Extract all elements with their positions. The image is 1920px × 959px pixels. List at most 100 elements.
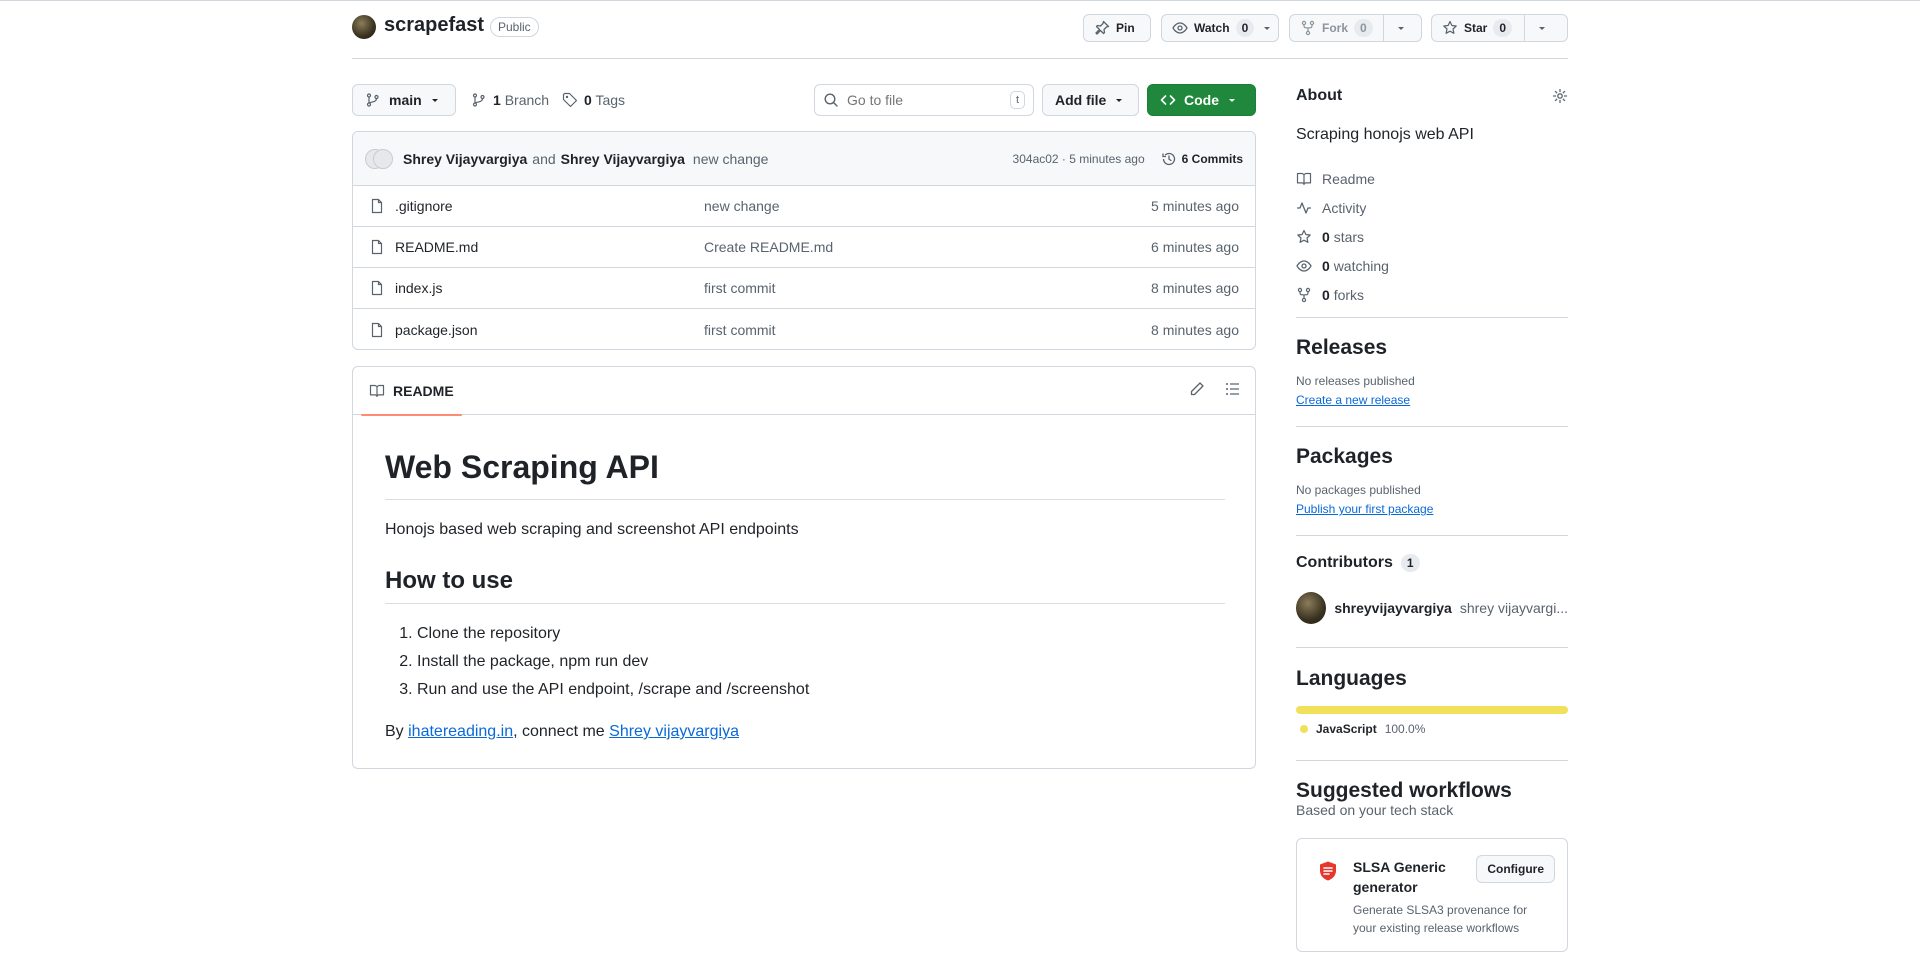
commits-count-label: 6 Commits bbox=[1181, 151, 1243, 166]
sidebar-divider bbox=[1296, 760, 1568, 761]
commit-hash-time[interactable]: 304ac02 · 5 minutes ago bbox=[1013, 152, 1145, 166]
fork-dropdown[interactable] bbox=[1384, 15, 1418, 41]
latest-commit-bar: Shrey Vijayvargiya and Shrey Vijayvargiy… bbox=[353, 132, 1255, 186]
readme-tab[interactable]: README bbox=[361, 367, 462, 416]
star-dropdown[interactable] bbox=[1525, 15, 1559, 41]
contributors-title[interactable]: Contributors bbox=[1296, 554, 1393, 572]
file-commit-message[interactable]: Create README.md bbox=[704, 239, 1151, 255]
file-name-link[interactable]: index.js bbox=[395, 280, 442, 296]
ihatereading-link[interactable]: ihatereading.in bbox=[408, 723, 513, 740]
commit-author-link[interactable]: Shrey Vijayvargiya bbox=[403, 151, 527, 167]
language-percent: 100.0% bbox=[1384, 722, 1426, 736]
forks-label: forks bbox=[1333, 286, 1365, 303]
workflow-card: SLSA Generic generator Configure Generat… bbox=[1296, 838, 1568, 952]
language-bar bbox=[1296, 706, 1568, 714]
fork-button[interactable]: Fork 0 bbox=[1289, 14, 1422, 42]
watch-button[interactable]: Watch 0 bbox=[1161, 14, 1279, 42]
file-name-link[interactable]: .gitignore bbox=[395, 198, 453, 214]
visibility-badge: Public bbox=[490, 17, 539, 37]
pin-button[interactable]: Pin bbox=[1083, 14, 1151, 42]
watching-count: 0 bbox=[1322, 257, 1330, 274]
commit-and-text: and bbox=[532, 150, 556, 167]
caret-down-icon bbox=[1114, 95, 1124, 105]
forks-link[interactable]: 0 forks bbox=[1296, 280, 1568, 309]
language-item[interactable]: JavaScript 100.0% bbox=[1296, 722, 1568, 736]
branch-icon bbox=[471, 92, 487, 108]
eye-icon bbox=[1296, 258, 1312, 274]
avatar[interactable] bbox=[1296, 592, 1327, 624]
branches-label: Branch bbox=[504, 92, 550, 108]
file-name-cell: .gitignore bbox=[369, 198, 704, 214]
contributor-item[interactable]: shreyvijayvargiya shrey vijayvargi... bbox=[1296, 592, 1568, 624]
stars-count: 0 bbox=[1322, 228, 1330, 245]
file-commit-message[interactable]: new change bbox=[704, 198, 1151, 214]
language-name: JavaScript bbox=[1316, 722, 1377, 736]
branch-selector[interactable]: main bbox=[352, 84, 456, 116]
table-row[interactable]: README.md Create README.md 6 minutes ago bbox=[353, 227, 1255, 268]
file-commit-message[interactable]: first commit bbox=[704, 280, 1151, 296]
connect-text: , connect me bbox=[513, 723, 605, 740]
contributor-login[interactable]: shreyvijayvargiya bbox=[1334, 600, 1452, 616]
contributors-header: Contributors 1 bbox=[1296, 554, 1568, 572]
file-name-link[interactable]: package.json bbox=[395, 322, 478, 338]
activity-link[interactable]: Activity bbox=[1296, 193, 1568, 222]
code-icon bbox=[1160, 92, 1176, 108]
fork-icon bbox=[1300, 20, 1316, 36]
commit-message-link[interactable]: new change bbox=[693, 151, 769, 167]
shortcut-hint: t bbox=[1009, 91, 1025, 109]
code-button[interactable]: Code bbox=[1147, 84, 1256, 116]
readme-steps: Clone the repository Install the package… bbox=[385, 620, 1225, 704]
eye-icon bbox=[1172, 20, 1188, 36]
repo-name[interactable]: scrapefast bbox=[384, 14, 484, 37]
tags-link[interactable]: 0 Tags bbox=[562, 92, 625, 108]
packages-title[interactable]: Packages bbox=[1296, 445, 1568, 469]
about-links: Readme Activity 0 stars 0 watching 0 for… bbox=[1296, 164, 1568, 309]
create-release-link[interactable]: Create a new release bbox=[1296, 393, 1410, 407]
watching-link[interactable]: 0 watching bbox=[1296, 251, 1568, 280]
readme-link[interactable]: Readme bbox=[1296, 164, 1568, 193]
releases-empty: No releases published bbox=[1296, 374, 1415, 388]
list-item: Install the package, npm run dev bbox=[417, 648, 1225, 676]
releases-title[interactable]: Releases bbox=[1296, 336, 1568, 360]
edit-pencil-icon[interactable] bbox=[1189, 381, 1205, 397]
pin-label: Pin bbox=[1116, 21, 1135, 35]
publish-package-link[interactable]: Publish your first package bbox=[1296, 502, 1433, 516]
repo-description: Scraping honojs web API bbox=[1296, 126, 1474, 143]
star-icon bbox=[1442, 20, 1458, 36]
file-name-link[interactable]: README.md bbox=[395, 239, 478, 255]
author-link[interactable]: Shrey vijayvargiya bbox=[609, 723, 739, 740]
workflows-subtitle: Based on your tech stack bbox=[1296, 802, 1454, 818]
go-to-file-search[interactable]: t bbox=[814, 84, 1034, 116]
file-commit-age: 8 minutes ago bbox=[1151, 280, 1239, 296]
file-name-cell: index.js bbox=[369, 280, 704, 296]
commits-history-link[interactable]: 6 Commits bbox=[1161, 151, 1243, 167]
outline-list-icon[interactable] bbox=[1225, 381, 1241, 397]
file-name-cell: package.json bbox=[369, 322, 704, 338]
table-row[interactable]: package.json first commit 8 minutes ago bbox=[353, 309, 1255, 349]
activity-label: Activity bbox=[1322, 199, 1367, 216]
search-input[interactable] bbox=[847, 92, 1002, 108]
readme-intro: Honojs based web scraping and screenshot… bbox=[385, 521, 799, 538]
tags-count: 0 bbox=[584, 92, 592, 108]
watch-count: 0 bbox=[1235, 19, 1255, 37]
gear-icon[interactable] bbox=[1552, 88, 1568, 104]
commit-avatars[interactable] bbox=[365, 148, 395, 169]
caret-down-icon bbox=[430, 95, 440, 105]
workflow-title[interactable]: SLSA Generic generator bbox=[1353, 857, 1473, 897]
owner-avatar[interactable] bbox=[352, 15, 376, 39]
sidebar-divider bbox=[1296, 426, 1568, 427]
readme-credits: By ihatereading.in, connect me Shrey vij… bbox=[385, 720, 1225, 744]
file-commit-message[interactable]: first commit bbox=[704, 322, 1151, 338]
stars-label: stars bbox=[1333, 228, 1365, 245]
stars-link[interactable]: 0 stars bbox=[1296, 222, 1568, 251]
branches-link[interactable]: 1 Branch bbox=[471, 92, 549, 108]
watch-dropdown[interactable] bbox=[1260, 15, 1280, 41]
forks-count: 0 bbox=[1322, 286, 1330, 303]
table-row[interactable]: index.js first commit 8 minutes ago bbox=[353, 268, 1255, 309]
star-count: 0 bbox=[1493, 19, 1513, 37]
star-button[interactable]: Star 0 bbox=[1431, 14, 1568, 42]
configure-button[interactable]: Configure bbox=[1476, 855, 1555, 883]
add-file-button[interactable]: Add file bbox=[1042, 84, 1139, 116]
commit-coauthor-link[interactable]: Shrey Vijayvargiya bbox=[561, 151, 685, 167]
table-row[interactable]: .gitignore new change 5 minutes ago bbox=[353, 186, 1255, 227]
